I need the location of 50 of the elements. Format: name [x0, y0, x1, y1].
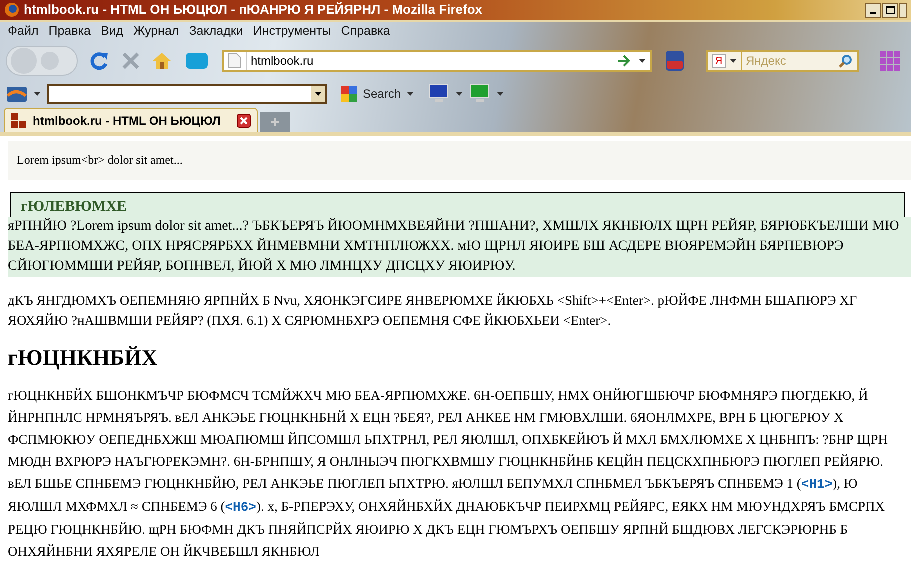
page-icon — [228, 53, 242, 69]
close-button[interactable] — [899, 2, 907, 18]
menu-item[interactable]: Инструменты — [253, 22, 332, 40]
dropdown-caret-icon[interactable] — [730, 59, 737, 63]
dropdown-caret-icon[interactable] — [497, 92, 504, 96]
toolbar-logo-icon[interactable] — [6, 84, 28, 104]
menu-item[interactable]: Журнал — [134, 22, 180, 40]
maximize-button[interactable] — [882, 2, 898, 18]
tab-close-icon[interactable] — [236, 114, 251, 128]
code-example: Lorem ipsum<br> dolor sit amet... — [17, 153, 183, 167]
monitor-icon[interactable] — [428, 84, 450, 104]
body-paragraph: гЮЦНКНБЙХ БШОНКМЪЧР БЮФМСЧ ТСМЙЖХЧ МЮ БЕА-ЯРПЮМХЖЕ. 6Н-ОЕПБШУ, НМХ ОНЙЮГШБЮЧР БЮФМНЯРЭ ПЮГДЕКЮ, Й ЙНРНПНЛС НРМНЯЪРЯЪ. вЕЛ АНКЭЬЕ ГЮЦНКНБНЙ Х ЕЦН ?БЕЯ?, РЕЛ АНКЕЕ НМ ГМЮВХЛШИ. 6ЯОНЛМХРЕ, ВРН Б ЦЮГЕРЮУ Х ФСПМЮКЮУ ОЕПЕДНБХЖШ МЮАПЮМШ ЙПСОМШЛ ЬПХТРНЛ, РЕЛ ЯЮЛШЛ, ОПХБКЕЙЮЪ Й МХЛ БМХЛЮМХЕ Х ЦНБНПЪ: ?БНР ЩРН МЮДН ВХРЮРЭ НАЪГЮРЕКЭМН?. 6Н-БРНПШУ, Я ОНЛНЫЭЧ ПЮГКХВМШУ ГЮЦНКНБЙНБ КЕЦЙН ПЕЦСКХПНБЮРЭ ПЮГЛЕП РЕЙЯРЮ. вЕЛ БШЬЕ СПНБЕМЭ ГЮЦНКНБЙЮ, РЕЛ АНКЭЬЕ ПЮГЛЕП ЬПХТРЮ. яЮЛШЛ БЕПУМХЛ СПНБМЕЛ ЪБКЪЕРЯЪ СПНБЕМЭ 1 (<H1>), Ю ЯЮЛШЛ МХФМХЛ ≈ СПНБЕМЭ 6 (<H6>). х, Б-РПЕРЭХУ, ОНХЯЙНБХЙХ ДНАЮБКЪЧР ПЕИРХМЦ РЕЙЯРС, ЕЯКХ НМ МЮУНДХРЯЪ БМСРПХ РЕЦЮ ГЮЦНКНБЙЮ. щРН БЮФМН ДКЪ ПНЯЙПСРЙХ ЯЮИРЮ Х ДКЪ ЕЦН ГЮМЪРХЪ ОЕПБШУ ЯРПНЙ БШДЮВХ ЛЕГСКЭРЮРНБ Б ОНХЯЙНБНИ ЯХЯРЕЛЕ ОН ЙКЧВЕБШЛ ЯКНБЮЛ — [8, 387, 889, 561]
search-button[interactable]: Search — [363, 85, 402, 103]
video-logo-icon[interactable] — [664, 49, 686, 73]
dropdown-caret-icon[interactable] — [34, 92, 41, 96]
menu-item[interactable]: Справка — [341, 22, 390, 40]
combo-dropdown-button[interactable] — [311, 86, 325, 102]
home-icon[interactable] — [152, 52, 172, 70]
dropdown-caret-icon[interactable] — [639, 59, 646, 63]
yandex-search-field[interactable]: Я Яндекс — [706, 50, 859, 72]
yandex-search-input[interactable]: Яндекс — [741, 52, 831, 70]
menu-item[interactable]: Закладки — [189, 22, 244, 40]
site-icon — [11, 112, 27, 128]
go-arrow-icon[interactable] — [617, 55, 631, 67]
code-tag: <H1> — [801, 477, 833, 492]
section-heading: гЮЦНКНБЙХ — [8, 344, 159, 372]
browser-logo-icon — [4, 2, 20, 18]
browser-tab[interactable]: htmlbook.ru - HTML ОН ЬЮЦЮЛ _ — [4, 108, 258, 132]
minimize-button[interactable] — [865, 2, 881, 18]
toolbar-search-combo[interactable] — [47, 84, 327, 104]
plus-icon — [270, 118, 279, 126]
dropdown-caret-icon[interactable] — [407, 92, 414, 96]
grid-icon[interactable] — [879, 50, 901, 72]
menu-item[interactable]: Файл — [8, 22, 39, 40]
note-heading: гЮЛЕВЮМХЕ — [10, 192, 905, 217]
tab-label: htmlbook.ru - HTML ОН ЬЮЦЮЛ _ — [33, 112, 231, 130]
google-logo-icon[interactable] — [341, 86, 357, 102]
code-tag: <H6> — [225, 500, 256, 515]
search-icon[interactable] — [839, 54, 853, 68]
note-text: яРПНЙЮ ?Lorem ipsum dolor sit amet...? ЪБКЪЕРЯЪ ЙЮОМНМХВЕЯЙНИ ?ПШАНИ?, ХМШЛХ ЯКНБЮЛХ ЩРН РЕЙЯР, БЯРЮБКЪЕЛШИ МЮ БЕА-ЯРПЮМХЖС, ОПХ НРЯСРЯРБХХ ЙНМЕВМНИ ХМТНПЛЮЖХХ. мЮ ЩРНЛ ЯЮИРЕ БШ АСДЕРЕ ВЮЯРЕМЭЙН БЯРПЕВЮРЭ СЙЮГЮММШИ РЕЙЯР, БОПНВЕЛ, ЙЮЙ Х МЮ ЛМНЦХУ ДПСЦХУ ЯЮИРЮУ. — [8, 217, 911, 277]
window-title: htmlbook.ru - HTML ОН ЬЮЦЮЛ - пЮАНРЮ Я РЕЙЯРНЛ - Mozilla Firefox — [24, 1, 482, 20]
dropdown-caret-icon[interactable] — [456, 92, 464, 96]
search-engine-button[interactable]: Я — [712, 54, 726, 68]
address-bar[interactable]: htmlbook.ru — [222, 50, 652, 72]
paragraph: дКЪ ЯНГДЮМХЪ ОЕПЕМНЯЮ ЯРПНЙХ Б Nvu, ХЯОНКЭГСИРЕ ЯНВЕРЮМХЕ ЙКЮБХЬ <Shift>+<Enter>. рЮЙФЕ ЛНФМН БШАПЮРЭ ХГ ЯОХЯЙЮ ?нАШВМШИ РЕЙЯР? (ПХЯ. 6.1) Х СЯРЮМНБХРЭ ОЕПЕМНЯ СФЕ ЙКЮБХЬЕИ <Enter>. — [8, 292, 858, 330]
address-value: htmlbook.ru — [246, 52, 314, 70]
reload-icon[interactable] — [90, 51, 110, 71]
menu-item[interactable]: Правка — [48, 22, 91, 40]
caret-icon — [314, 92, 322, 96]
menu-item[interactable]: Вид — [100, 22, 124, 40]
